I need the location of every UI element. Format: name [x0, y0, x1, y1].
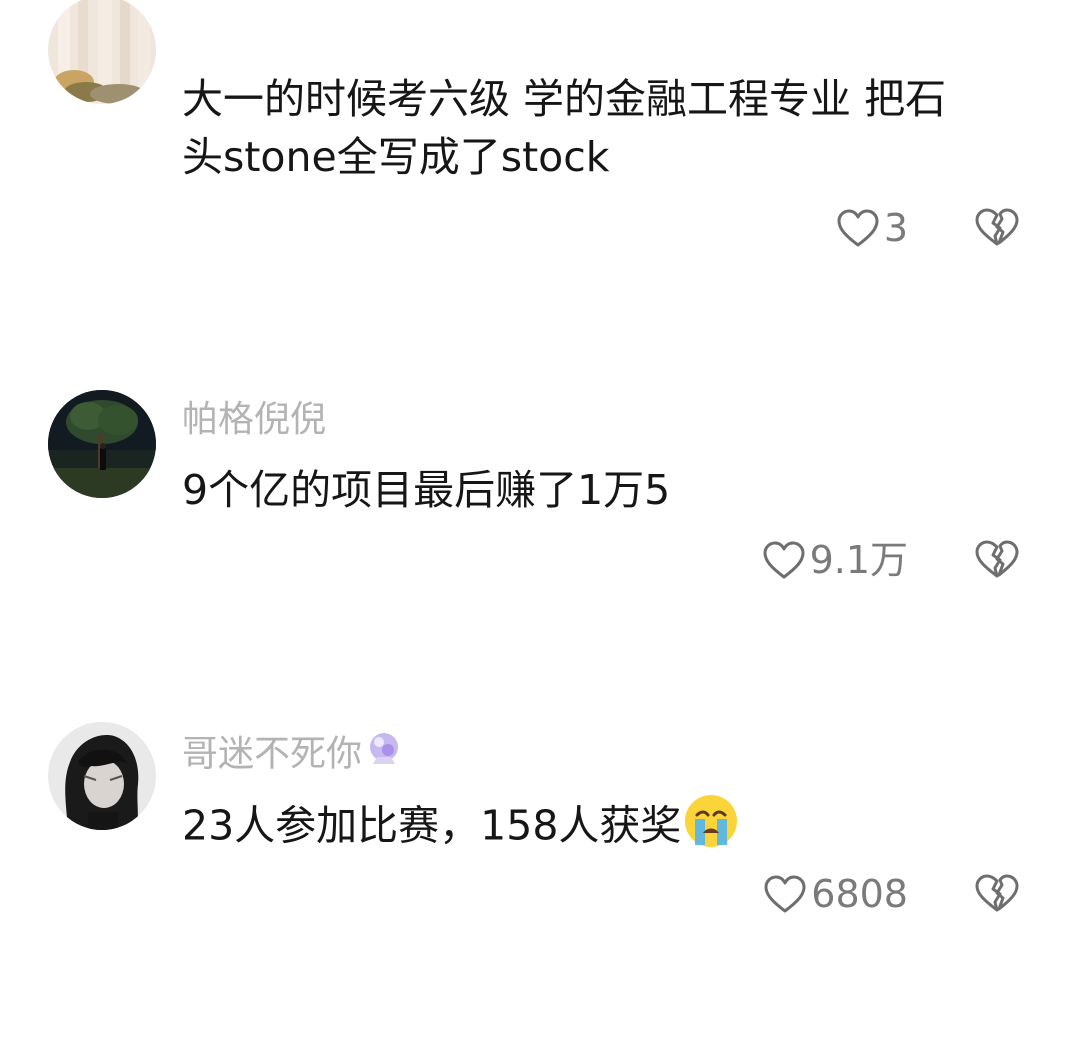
avatar-image — [48, 390, 156, 498]
crying-face-emoji — [683, 793, 739, 864]
comment-text-line: 头stone全写成了stock — [182, 133, 610, 181]
username-text: 哥迷不死你 — [182, 733, 363, 775]
avatar[interactable] — [48, 0, 156, 104]
like-count: 9.1万 — [809, 538, 908, 582]
comment-item: 大一的时候考六级 学的金融工程专业 把石 头stone全写成了stock 3 — [0, 0, 1080, 300]
broken-heart-outline-icon[interactable] — [974, 538, 1020, 580]
heart-outline-icon — [837, 209, 879, 247]
heart-outline-icon — [763, 541, 805, 579]
crystal-ball-icon — [364, 730, 404, 781]
comment-text-line: 大一的时候考六级 学的金融工程专业 把石 — [182, 75, 947, 123]
username[interactable]: 帕格倪倪 — [182, 398, 326, 442]
comment-item: 哥迷不死你 23人参加比赛，158人获奖 6808 — [0, 722, 1080, 1022]
like-button[interactable]: 9.1万 — [762, 538, 908, 582]
comment-list: 大一的时候考六级 学的金融工程专业 把石 头stone全写成了stock 3 帕… — [0, 0, 1080, 1048]
like-button[interactable]: 6808 — [763, 872, 908, 916]
avatar[interactable] — [48, 722, 156, 830]
comment-text: 大一的时候考六级 学的金融工程专业 把石 头stone全写成了stock — [182, 70, 1032, 186]
like-count: 6808 — [811, 872, 908, 916]
broken-heart-outline-icon[interactable] — [974, 872, 1020, 914]
username[interactable]: 哥迷不死你 — [182, 730, 404, 781]
comment-item: 帕格倪倪 9个亿的项目最后赚了1万5 9.1万 — [0, 390, 1080, 690]
heart-outline-icon — [764, 875, 806, 913]
avatar-image — [48, 0, 156, 104]
comment-text: 9个亿的项目最后赚了1万5 — [182, 466, 671, 514]
comment-text: 23人参加比赛，158人获奖 — [182, 793, 1032, 864]
avatar[interactable] — [48, 390, 156, 498]
like-button[interactable]: 3 — [836, 206, 908, 250]
broken-heart-outline-icon[interactable] — [974, 206, 1020, 248]
avatar-image — [48, 722, 156, 830]
like-count: 3 — [883, 206, 908, 250]
comment-text-body: 23人参加比赛，158人获奖 — [182, 801, 682, 850]
